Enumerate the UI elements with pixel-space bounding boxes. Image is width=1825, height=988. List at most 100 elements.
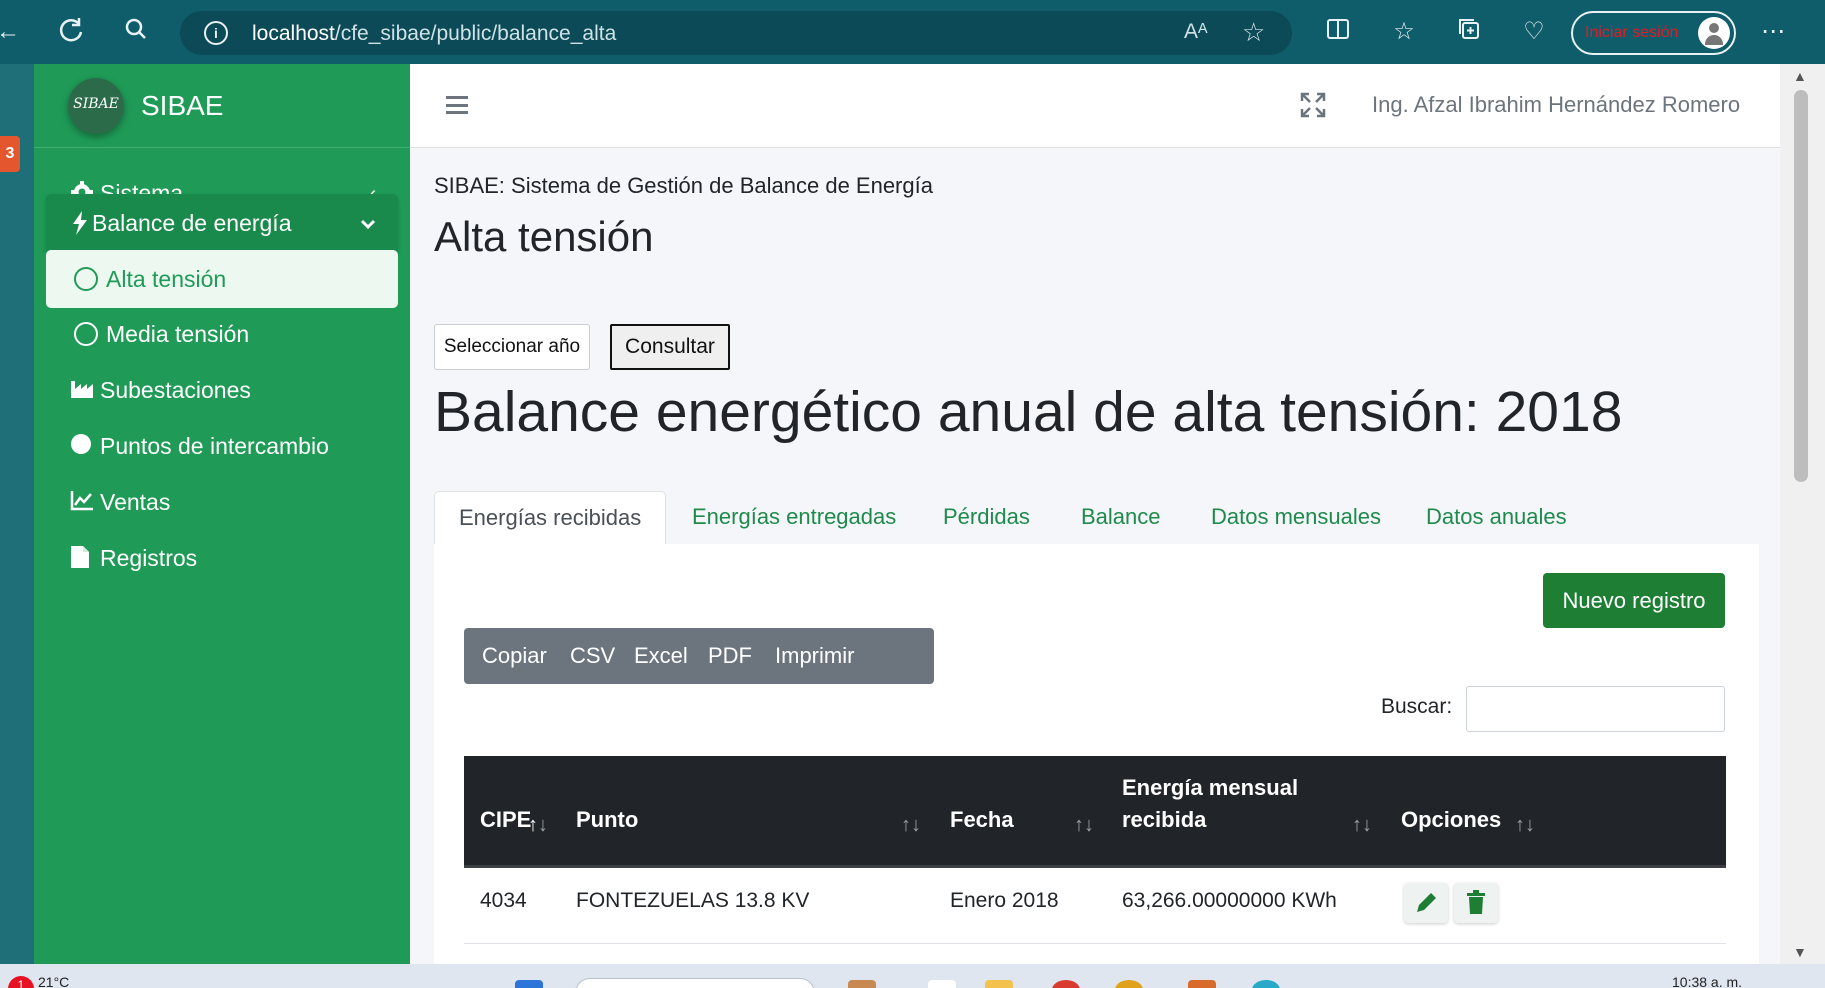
column-header-energia-line2: recibida [1122,807,1207,832]
cell-punto: FONTEZUELAS 13.8 KV [576,889,810,912]
sidebar-item-label: Media tensión [106,321,250,347]
address-bar[interactable]: i localhost/cfe_sibae/public/balance_alt… [180,11,1292,55]
file-icon [70,545,96,571]
page-title: Alta tensión [434,213,654,260]
edge-icon[interactable] [1252,980,1280,988]
read-aloud-icon[interactable]: Aᴬ [1184,20,1208,44]
sidebar-item-subestaciones[interactable]: Subestaciones [46,361,398,419]
strip-app-badge[interactable]: 3 [0,136,20,172]
tab-energias-entregadas[interactable]: Energías entregadas [692,491,896,545]
avatar-icon [1698,17,1730,49]
cell-fecha: Enero 2018 [950,889,1059,912]
taskbar-app-icon[interactable] [1052,980,1080,988]
taskbar-app-icon[interactable] [848,980,876,988]
row-divider [464,943,1726,944]
tab-bar: Energías recibidas Energías entregadas P… [434,491,1759,545]
url-text[interactable]: localhost/cfe_sibae/public/balance_alta [252,22,616,46]
brand-logo: SIBAE [68,78,124,134]
page-subtitle: SIBAE: Sistema de Gestión de Balance de … [434,173,933,198]
edit-button[interactable] [1404,883,1448,923]
sort-icon[interactable]: ↑↓ [1074,814,1094,837]
export-button-group: Copiar CSV Excel PDF Imprimir [464,628,934,684]
sidebar-item-label: Ventas [100,489,171,515]
sidebar-item-ventas[interactable]: Ventas [46,473,398,531]
weather-temperature[interactable]: 21°C [38,974,69,988]
tab-balance[interactable]: Balance [1081,491,1161,545]
column-header-cipe[interactable]: CIPE [480,807,531,833]
refresh-icon[interactable] [55,16,87,48]
browser-toolbar: ← i localhost/cfe_sibae/public/balance_a… [0,0,1825,64]
pdf-button[interactable]: PDF [708,628,752,684]
column-header-opciones[interactable]: Opciones [1401,807,1501,833]
sidebar-item-balance[interactable]: Balance de energía [46,194,398,252]
tab-datos-anuales[interactable]: Datos anuales [1426,491,1567,545]
search-icon[interactable] [120,16,152,48]
fullscreen-icon[interactable] [1300,92,1326,118]
sidebar-item-label: Balance de energía [92,210,292,236]
signin-button[interactable]: Iniciar sesión [1571,11,1736,55]
new-record-button[interactable]: Nuevo registro [1543,573,1725,628]
sidebar-item-alta-tension[interactable]: Alta tensión [46,250,398,308]
sidebar-item-label: Registros [100,545,198,571]
brand-logo-text: SIBAE [73,96,119,112]
favorite-star-icon[interactable]: ☆ [1242,17,1265,48]
scroll-down-icon[interactable]: ▼ [1793,944,1807,960]
search-input[interactable] [1466,686,1725,732]
top-navbar: Ing. Afzal Ibrahim Hernández Romero [410,64,1780,148]
sidebar-item-label: Alta tensión [106,266,227,292]
clock[interactable]: 10:38 a. m. [1672,974,1742,988]
sidebar-item-media-tension[interactable]: Media tensión [46,305,398,363]
taskbar-search[interactable] [575,978,815,988]
print-button[interactable]: Imprimir [775,628,854,684]
sort-icon[interactable]: ↑↓ [1352,814,1372,837]
tab-energias-recibidas[interactable]: Energías recibidas [434,491,667,545]
delete-button[interactable] [1454,883,1498,923]
query-button[interactable]: Consultar [610,324,730,370]
excel-button[interactable]: Excel [634,628,688,684]
circle-outline-icon [74,322,98,346]
sidebar-item-registros[interactable]: Registros [46,529,398,587]
table-header: CIPE ↑↓ Punto ↑↓ Fecha ↑↓ Energía mensua… [464,756,1726,868]
scroll-up-icon[interactable]: ▲ [1793,68,1807,84]
page-scrollbar[interactable]: ▲ ▼ [1780,64,1825,964]
taskbar-app-icon[interactable] [1115,980,1143,988]
report-title: Balance energético anual de alta tensión… [434,380,1623,444]
site-info-icon[interactable]: i [204,21,228,45]
circle-outline-icon [74,267,98,291]
trash-icon [1467,890,1485,914]
folder-icon[interactable] [985,980,1013,988]
scrollbar-thumb[interactable] [1794,90,1808,482]
menu-toggle-icon[interactable] [446,96,468,114]
sort-icon[interactable]: ↑↓ [1515,814,1535,837]
copy-button[interactable]: Copiar [482,628,547,684]
column-header-energia[interactable]: Energía mensual [1122,775,1298,801]
brand-name: SIBAE [141,90,224,121]
back-icon[interactable]: ← [0,16,24,48]
sidebar-item-label: Subestaciones [100,377,251,403]
column-header-punto[interactable]: Punto [576,807,638,833]
browser-essentials-icon[interactable]: ♡ [1518,16,1550,48]
cell-energia: 63,266.00000000 KWh [1122,889,1337,912]
csv-button[interactable]: CSV [570,628,615,684]
tab-datos-mensuales[interactable]: Datos mensuales [1211,491,1381,545]
brand[interactable]: SIBAE SIBAE [34,64,410,148]
user-name[interactable]: Ing. Afzal Ibrahim Hernández Romero [1372,92,1740,118]
tab-perdidas[interactable]: Pérdidas [943,491,1030,545]
split-screen-icon[interactable] [1322,16,1354,48]
weather-badge[interactable]: 1 [8,976,34,988]
sort-asc-icon[interactable]: ↑↓ [528,814,548,837]
pencil-icon [1417,893,1436,912]
sidebar-item-puntos[interactable]: Puntos de intercambio [46,417,398,475]
start-icon[interactable] [515,980,543,988]
circle-filled-icon [70,433,96,459]
taskbar-app-icon[interactable] [1188,980,1216,988]
search-label: Buscar: [1381,695,1453,718]
sort-icon[interactable]: ↑↓ [901,814,921,837]
favorites-icon[interactable]: ☆ [1388,16,1420,48]
select-year-button[interactable]: Seleccionar año [434,324,590,370]
taskbar-app-icon[interactable] [928,980,956,988]
chevron-down-icon [360,213,376,236]
collections-icon[interactable] [1453,16,1485,48]
more-options-icon[interactable]: ⋯ [1757,16,1789,48]
column-header-fecha[interactable]: Fecha [950,807,1014,833]
